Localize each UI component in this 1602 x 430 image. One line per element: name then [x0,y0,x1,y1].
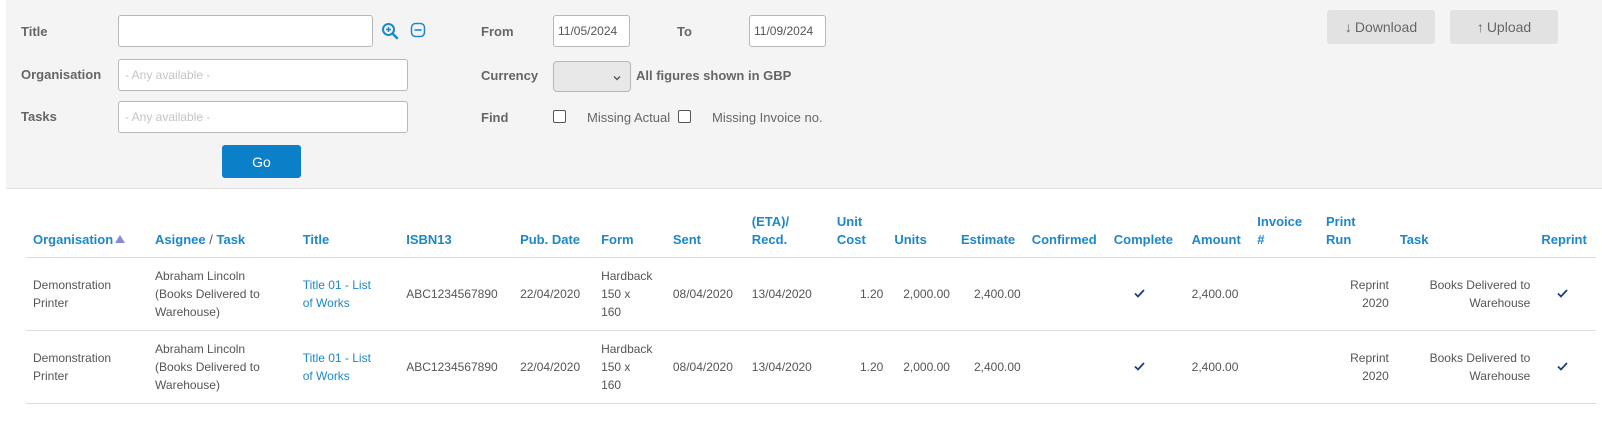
currency-label: Currency [481,68,539,83]
cell-asignee: Abraham Lincoln (Books Delivered to Wareho… [148,257,296,331]
orders-table: Organisation Asignee / Task Title ISBN13… [26,213,1596,404]
title-link[interactable]: Title 01 - List of Works [303,278,371,310]
cell-amount: 2,400.00 [1184,330,1251,404]
cell-estimate: 2,400.00 [953,330,1025,404]
cell-complete [1106,257,1185,331]
cell-invoice [1250,257,1319,331]
col-amount[interactable]: Amount [1184,213,1251,258]
find-label: Find [481,110,509,125]
cell-sent: 08/04/2020 [665,330,745,404]
cell-asignee: Abraham Lincoln (Books Delivered to Wareho… [148,330,296,404]
download-button[interactable]: ↓ Download [1327,10,1435,44]
cell-recd: 13/04/2020 [744,257,830,331]
cell-estimate: 2,400.00 [953,257,1025,331]
check-icon [1557,287,1568,301]
col-eta-recd[interactable]: (ETA)/Recd. [744,213,830,258]
col-organisation[interactable]: Organisation [26,213,149,258]
download-arrow-icon: ↓ [1344,19,1352,35]
minus-circle-icon[interactable] [408,20,428,40]
currency-select[interactable] [553,61,631,92]
cell-title: Title 01 - List of Works [295,330,400,404]
cell-reprint [1534,257,1596,331]
col-asignee-task[interactable]: Asignee / Task [148,213,296,258]
check-icon [1134,360,1145,374]
tasks-input[interactable]: - Any available - [118,101,408,133]
cell-unit-cost: 1.20 [829,330,888,404]
cell-units: 2,000.00 [887,330,954,404]
col-print-run[interactable]: Print Run [1319,213,1393,258]
from-label: From [481,24,514,39]
col-isbn[interactable]: ISBN13 [399,213,514,258]
table-row[interactable]: Demonstration Printer Abraham Lincoln (Boo… [26,330,1596,404]
cell-confirmed [1024,257,1107,331]
col-unit-cost[interactable]: Unit Cost [829,213,888,258]
sort-up-icon [115,230,126,248]
upload-arrow-icon: ↑ [1476,19,1484,35]
col-estimate[interactable]: Estimate [953,213,1025,258]
organisation-label: Organisation [21,67,102,82]
col-units[interactable]: Units [887,213,954,258]
chevron-down-icon [612,71,622,86]
cell-confirmed [1024,330,1107,404]
cell-pub-date: 22/04/2020 [513,257,595,331]
organisation-input[interactable]: - Any available - [118,59,408,91]
check-icon [1557,360,1568,374]
currency-note: All figures shown in GBP [636,68,792,83]
zoom-in-icon[interactable] [380,21,400,41]
cell-task: Books Delivered to Warehouse [1392,257,1535,331]
col-sent[interactable]: Sent [665,213,745,258]
cell-amount: 2,400.00 [1184,257,1251,331]
cell-organisation: Demonstration Printer [26,257,149,331]
cell-invoice [1250,330,1319,404]
col-slash: / [209,232,213,247]
go-button[interactable]: Go [222,145,301,178]
upload-label: Upload [1486,19,1532,35]
missing-invoice-label: Missing Invoice no. [712,110,823,125]
missing-actual-label: Missing Actual [587,110,671,125]
cell-print-run: Reprint 2020 [1319,257,1393,331]
table-row[interactable]: Demonstration Printer Abraham Lincoln (Boo… [26,257,1596,331]
col-confirmed[interactable]: Confirmed [1024,213,1107,258]
cell-task: Books Delivered to Warehouse [1392,330,1535,404]
title-label: Title [21,24,48,39]
cell-title: Title 01 - List of Works [295,257,400,331]
cell-organisation: Demonstration Printer [26,330,149,404]
cell-pub-date: 22/04/2020 [513,330,595,404]
cell-isbn: ABC1234567890 [399,257,514,331]
cell-unit-cost: 1.20 [829,257,888,331]
col-task-sub-label[interactable]: Task [216,232,245,247]
cell-reprint [1534,330,1596,404]
missing-actual-checkbox[interactable] [553,110,566,123]
col-task[interactable]: Task [1392,213,1535,258]
download-label: Download [1354,19,1418,35]
col-invoice[interactable]: Invoice # [1250,213,1319,258]
cell-isbn: ABC1234567890 [399,330,514,404]
table-header-row: Organisation Asignee / Task Title ISBN13… [26,213,1596,258]
col-asignee-label[interactable]: Asignee [155,232,206,247]
title-input[interactable] [118,15,373,47]
col-complete[interactable]: Complete [1106,213,1185,258]
col-form[interactable]: Form [594,213,666,258]
col-title[interactable]: Title [295,213,400,258]
from-date-input[interactable]: 11/05/2024 [553,15,630,47]
cell-form: Hardback 150 x 160 [594,330,666,404]
col-reprint[interactable]: Reprint [1534,213,1596,258]
cell-units: 2,000.00 [887,257,954,331]
cell-recd: 13/04/2020 [744,330,830,404]
cell-complete [1106,330,1185,404]
col-pub-date[interactable]: Pub. Date [513,213,595,258]
to-label: To [677,24,692,39]
cell-print-run: Reprint 2020 [1319,330,1393,404]
upload-button[interactable]: ↑ Upload [1450,10,1558,44]
to-date-input[interactable]: 11/09/2024 [749,15,826,47]
check-icon [1134,287,1145,301]
missing-invoice-checkbox[interactable] [678,110,691,123]
cell-sent: 08/04/2020 [665,257,745,331]
title-link[interactable]: Title 01 - List of Works [303,351,371,383]
cell-form: Hardback 150 x 160 [594,257,666,331]
tasks-label: Tasks [21,109,57,124]
